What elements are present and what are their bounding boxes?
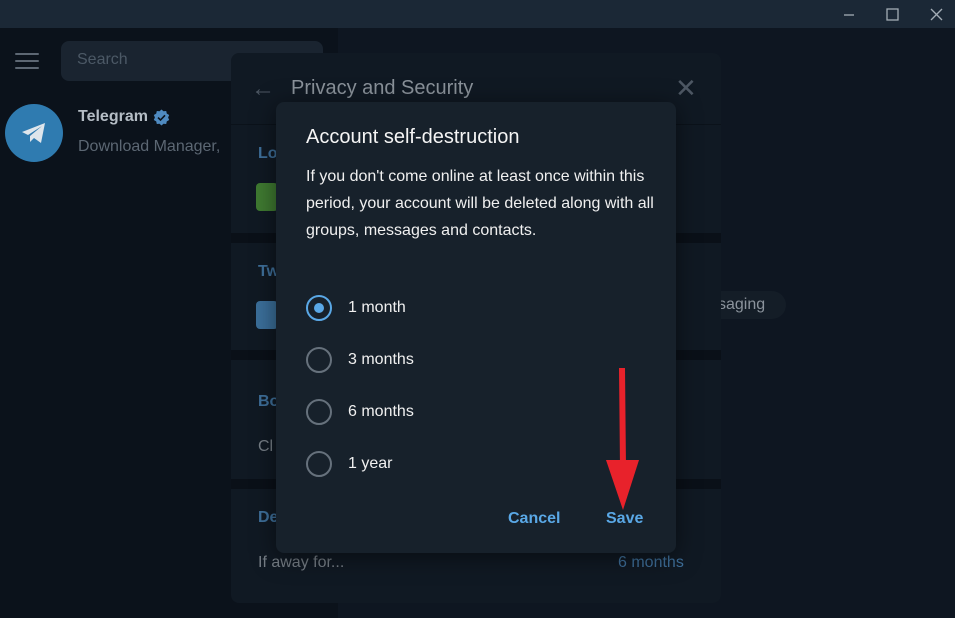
option-label: 3 months: [348, 351, 414, 368]
maximize-icon[interactable]: [869, 0, 915, 28]
section-item-text: Cl: [258, 438, 274, 455]
option-label: 1 month: [348, 299, 406, 316]
red-arrow-annotation-icon: [606, 368, 639, 510]
option-label: 6 months: [348, 403, 414, 420]
radio-unchecked-icon[interactable]: [306, 399, 332, 425]
radio-unchecked-icon[interactable]: [306, 451, 332, 477]
panel-title: Privacy and Security: [291, 77, 474, 99]
dialog-title: Account self-destruction: [306, 126, 520, 148]
chat-name: Telegram: [78, 108, 148, 125]
minimize-icon[interactable]: [826, 0, 872, 28]
radio-checked-icon[interactable]: [306, 295, 332, 321]
if-away-for-label: If away for...: [258, 554, 345, 571]
close-icon[interactable]: ✕: [675, 73, 697, 104]
cancel-button[interactable]: Cancel: [508, 510, 560, 528]
key-icon: [256, 301, 278, 329]
back-arrow-icon[interactable]: ←: [251, 75, 275, 103]
option-1-year[interactable]: 1 year: [306, 449, 506, 479]
radio-unchecked-icon[interactable]: [306, 347, 332, 373]
close-icon[interactable]: [913, 0, 955, 28]
option-3-months[interactable]: 3 months: [306, 345, 506, 375]
option-6-months[interactable]: 6 months: [306, 397, 506, 427]
window-titlebar: [0, 0, 955, 28]
menu-icon[interactable]: [15, 53, 39, 71]
if-away-for-value: 6 months: [618, 554, 684, 571]
section-label-login: Lo: [258, 145, 278, 162]
search-placeholder: Search: [77, 51, 128, 68]
save-button[interactable]: Save: [606, 510, 643, 528]
telegram-logo-icon: [5, 104, 63, 162]
option-label: 1 year: [348, 455, 393, 472]
option-1-month[interactable]: 1 month: [306, 293, 506, 323]
dialog-description: If you don't come online at least once w…: [306, 168, 654, 239]
verified-badge-icon: [153, 109, 170, 126]
lock-icon: [256, 183, 278, 211]
pill-text: saging: [718, 296, 766, 313]
